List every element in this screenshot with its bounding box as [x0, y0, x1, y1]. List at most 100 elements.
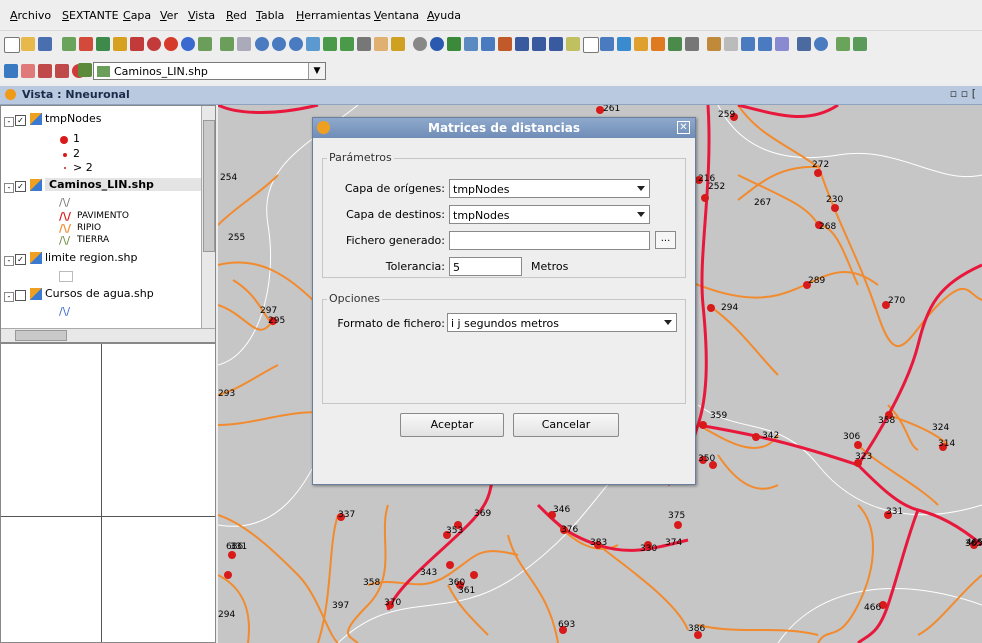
menu-red[interactable]: Red	[226, 9, 247, 22]
measure-icon[interactable]	[413, 37, 427, 51]
help-icon[interactable]	[181, 37, 195, 51]
accept-button[interactable]: Aceptar	[400, 413, 504, 437]
node-label: 261	[603, 105, 620, 114]
close-icon[interactable]: ✕	[677, 121, 690, 134]
sextante-icon[interactable]	[130, 37, 144, 51]
filter-icon[interactable]	[651, 37, 665, 51]
legend-point-small	[64, 167, 66, 169]
dialog-title-bar[interactable]: Matrices de distancias ✕	[313, 118, 695, 138]
disabled-tool-icon[interactable]	[724, 37, 738, 51]
export-icon[interactable]	[775, 37, 789, 51]
zoom-back-icon[interactable]	[357, 37, 371, 51]
collapse-toggle[interactable]: -	[4, 117, 14, 127]
collapse-toggle[interactable]: -	[4, 256, 14, 266]
scroll-thumb[interactable]	[203, 120, 215, 252]
menu-herramientas[interactable]: Herramientas	[296, 9, 371, 22]
output-file-input[interactable]	[449, 231, 650, 250]
new-document-icon[interactable]	[4, 37, 20, 53]
measure-distance-icon[interactable]	[447, 37, 461, 51]
measure-area-icon[interactable]	[464, 37, 478, 51]
toc-horizontal-scrollbar[interactable]	[1, 328, 215, 342]
draw-line-icon[interactable]	[38, 64, 52, 78]
layer-add-icon[interactable]	[220, 37, 234, 51]
layer-name[interactable]: tmpNodes	[45, 112, 101, 125]
active-layer-select[interactable]: Caminos_LIN.shp ▼	[93, 62, 326, 80]
table-icon[interactable]	[237, 37, 251, 51]
pointer-icon[interactable]	[21, 64, 35, 78]
menu-ayuda[interactable]: Ayuda	[427, 9, 461, 22]
chevron-down-icon[interactable]: ▼	[308, 63, 325, 79]
menu-vista[interactable]: Vista	[188, 9, 215, 22]
draw-poly-icon[interactable]	[55, 64, 69, 78]
tools-icon[interactable]	[707, 37, 721, 51]
node-label: 370	[384, 598, 401, 608]
record-icon[interactable]	[164, 37, 178, 51]
add-layer-icon[interactable]	[62, 37, 76, 51]
menu-ventana[interactable]: Ventana	[374, 9, 419, 22]
invert-selection-icon[interactable]	[600, 37, 614, 51]
zoom-layer-icon[interactable]	[323, 37, 337, 51]
browse-button[interactable]: ...	[655, 231, 676, 249]
node-label: 375	[668, 511, 685, 521]
zoom-extent-icon[interactable]	[289, 37, 303, 51]
network-icon[interactable]	[498, 37, 512, 51]
layer-properties-icon[interactable]	[96, 37, 110, 51]
zoom-select-icon[interactable]	[340, 37, 354, 51]
locator-icon[interactable]	[391, 37, 405, 51]
tolerance-input[interactable]: 5	[449, 257, 522, 276]
remove-layer-icon[interactable]	[79, 37, 93, 51]
import-icon[interactable]	[836, 37, 850, 51]
menu-sextante[interactable]: SEXTANTE	[62, 9, 119, 22]
scroll-thumb[interactable]	[15, 330, 67, 341]
node-label: 353	[446, 526, 463, 536]
graph-icon[interactable]	[481, 37, 495, 51]
select-circle-icon[interactable]	[566, 37, 580, 51]
file-format-select[interactable]: i j segundos metros	[447, 313, 677, 332]
menu-archivo[interactable]: Archivo	[10, 9, 51, 22]
grid-icon[interactable]	[685, 37, 699, 51]
destination-layer-select[interactable]: tmpNodes	[449, 205, 650, 224]
save-icon[interactable]	[38, 37, 52, 51]
cancel-button[interactable]: Cancelar	[513, 413, 619, 437]
frame-icon[interactable]	[797, 37, 811, 51]
layer-name[interactable]: Cursos de agua.shp	[45, 287, 154, 300]
layer-checkbox[interactable]: ✓	[15, 254, 26, 265]
chevron-down-icon	[637, 212, 645, 217]
zoom-full-icon[interactable]	[306, 37, 320, 51]
open-folder-icon[interactable]	[21, 37, 35, 51]
flag-icon[interactable]	[634, 37, 648, 51]
toc-vertical-scrollbar[interactable]	[201, 106, 215, 328]
info-icon[interactable]	[430, 37, 444, 51]
select-poly-icon[interactable]	[549, 37, 563, 51]
stop-icon[interactable]	[147, 37, 161, 51]
layer-checkbox[interactable]	[15, 290, 26, 301]
georef-icon[interactable]	[198, 37, 212, 51]
layer-checkbox[interactable]: ✓	[15, 181, 26, 192]
clear-selection-icon[interactable]	[583, 37, 599, 53]
print-preview-icon[interactable]	[758, 37, 772, 51]
menu-tabla[interactable]: Tabla	[256, 9, 284, 22]
locator-map[interactable]	[0, 343, 216, 643]
zoom-out-icon[interactable]	[272, 37, 286, 51]
query-icon[interactable]	[617, 37, 631, 51]
select-arrow-icon[interactable]	[515, 37, 529, 51]
magnifier-icon[interactable]	[814, 37, 828, 51]
file-format-value: i j segundos metros	[451, 317, 560, 330]
export-table-icon[interactable]	[853, 37, 867, 51]
edit-icon[interactable]	[113, 37, 127, 51]
zoom-in-icon[interactable]	[255, 37, 269, 51]
layer-tool-icon[interactable]	[4, 64, 18, 78]
pan-hand-icon[interactable]	[374, 37, 388, 51]
menu-ver[interactable]: Ver	[160, 9, 178, 22]
layer-name[interactable]: Caminos_LIN.shp	[45, 178, 205, 191]
print-icon[interactable]	[741, 37, 755, 51]
window-controls[interactable]: ▫ ▫ [	[950, 87, 976, 100]
select-rect-icon[interactable]	[532, 37, 546, 51]
menu-capa[interactable]: Capa	[123, 9, 151, 22]
collapse-toggle[interactable]: -	[4, 292, 14, 302]
origin-layer-select[interactable]: tmpNodes	[449, 179, 650, 198]
collapse-toggle[interactable]: -	[4, 183, 14, 193]
stats-icon[interactable]	[668, 37, 682, 51]
layer-name[interactable]: limite region.shp	[45, 251, 137, 264]
layer-checkbox[interactable]: ✓	[15, 115, 26, 126]
